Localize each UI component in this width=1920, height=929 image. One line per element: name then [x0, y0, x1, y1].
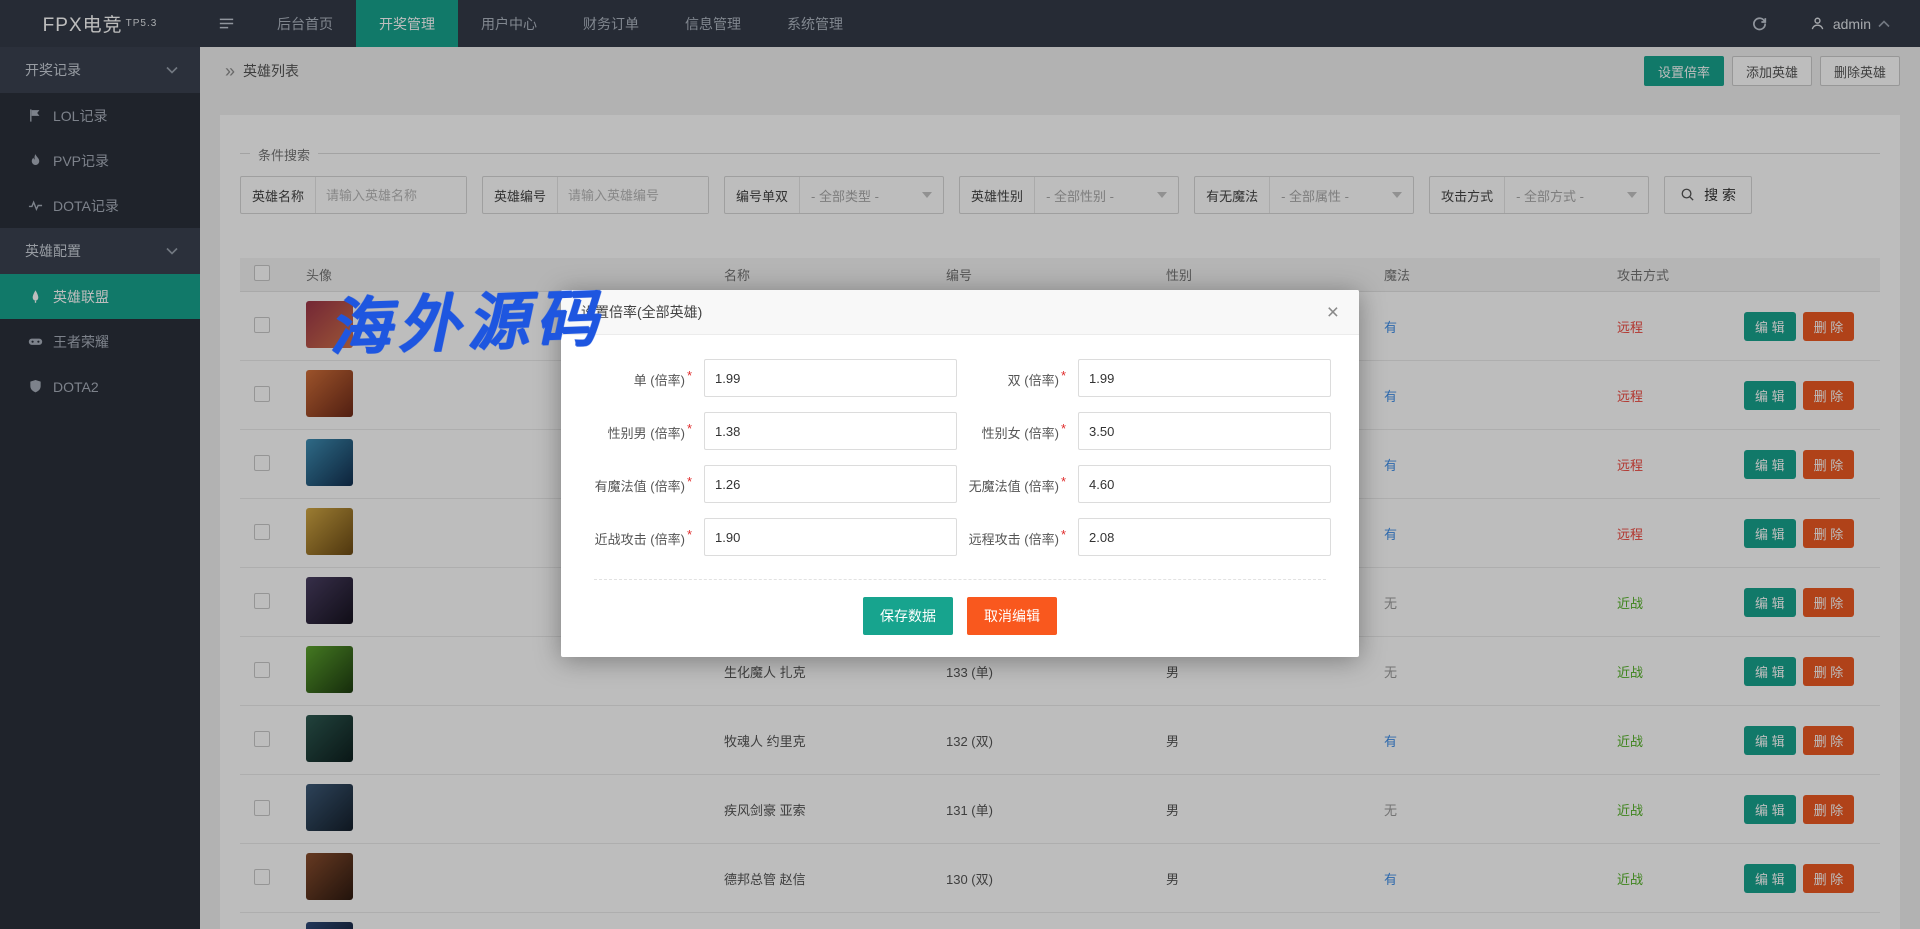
field-label: 性别男 (倍率) * [607, 420, 692, 441]
cancel-button[interactable]: 取消编辑 [967, 597, 1057, 635]
modal-title: 设置倍率(全部英雄) [581, 304, 703, 320]
modal-field: 无魔法值 (倍率) * [960, 465, 1334, 503]
field-label: 性别女 (倍率) * [981, 420, 1066, 441]
rate-input[interactable] [704, 359, 957, 397]
rate-input[interactable] [704, 518, 957, 556]
modal-field: 远程攻击 (倍率) * [960, 518, 1334, 556]
modal-field: 性别女 (倍率) * [960, 412, 1334, 450]
close-icon[interactable]: × [1327, 302, 1339, 323]
field-label: 无魔法值 (倍率) * [968, 473, 1066, 494]
modal-field: 双 (倍率) * [960, 359, 1334, 397]
save-button[interactable]: 保存数据 [863, 597, 953, 635]
required-mark: * [1060, 367, 1066, 383]
modal-field: 单 (倍率) * [586, 359, 960, 397]
modal-form: 单 (倍率)* 双 (倍率)* 性别男 (倍率)* 性别女 (倍率)* 有魔法值… [586, 359, 1334, 571]
required-mark: * [686, 526, 692, 542]
required-mark: * [1060, 526, 1066, 542]
field-label: 双 (倍率) * [1007, 367, 1066, 388]
rate-input[interactable] [1078, 465, 1331, 503]
rate-input[interactable] [1078, 359, 1331, 397]
modal-header: 设置倍率(全部英雄) × [561, 290, 1359, 335]
required-mark: * [686, 473, 692, 489]
required-mark: * [686, 367, 692, 383]
rate-input[interactable] [704, 412, 957, 450]
rate-input[interactable] [704, 465, 957, 503]
modal-field: 近战攻击 (倍率) * [586, 518, 960, 556]
field-label: 有魔法值 (倍率) * [594, 473, 692, 494]
modal-body: 单 (倍率)* 双 (倍率)* 性别男 (倍率)* 性别女 (倍率)* 有魔法值… [561, 335, 1359, 580]
modal-field: 性别男 (倍率) * [586, 412, 960, 450]
required-mark: * [1060, 473, 1066, 489]
field-label: 近战攻击 (倍率) * [594, 526, 692, 547]
field-label: 远程攻击 (倍率) * [968, 526, 1066, 547]
required-mark: * [686, 420, 692, 436]
modal-footer: 保存数据 取消编辑 [561, 580, 1359, 657]
required-mark: * [1060, 420, 1066, 436]
rate-input[interactable] [1078, 518, 1331, 556]
rate-input[interactable] [1078, 412, 1331, 450]
set-rate-modal: 设置倍率(全部英雄) × 单 (倍率)* 双 (倍率)* 性别男 (倍率)* 性… [561, 290, 1359, 657]
field-label: 单 (倍率) * [633, 367, 692, 388]
modal-field: 有魔法值 (倍率) * [586, 465, 960, 503]
